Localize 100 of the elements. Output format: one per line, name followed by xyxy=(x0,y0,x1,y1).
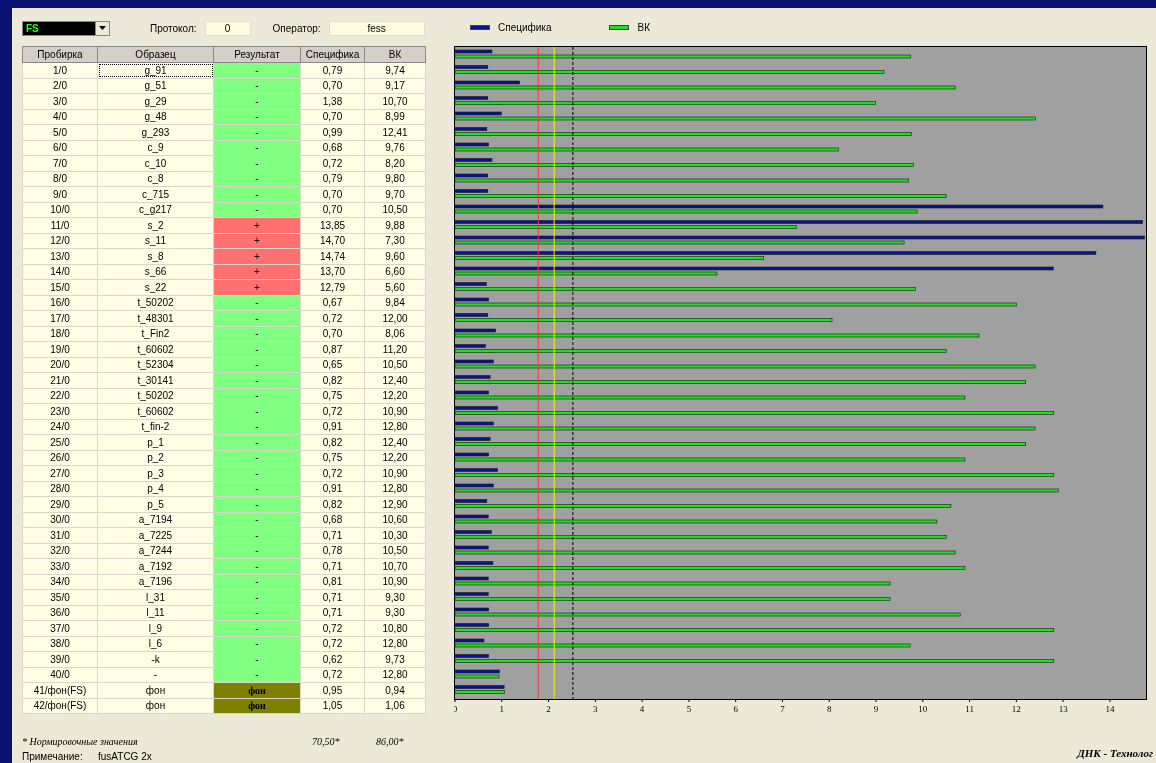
table-cell: p_5 xyxy=(97,496,214,512)
table-cell: 8/0 xyxy=(22,171,98,187)
table-cell: 0,70 xyxy=(300,78,365,94)
table-cell: 0,72 xyxy=(300,620,365,636)
column-header[interactable]: Результат xyxy=(213,46,301,63)
table-cell: 3/0 xyxy=(22,93,98,109)
table-cell: 10,50 xyxy=(364,202,426,218)
table-cell: 42/фон(FS) xyxy=(22,698,98,714)
protocol-field[interactable]: 0 xyxy=(204,20,251,36)
table-cell: 12,40 xyxy=(364,434,426,450)
table-cell: 31/0 xyxy=(22,527,98,543)
axis-label: 5 xyxy=(686,704,692,714)
table-cell: l_9 xyxy=(97,620,214,636)
dropdown[interactable]: FS xyxy=(22,20,110,36)
table-cell: 8,06 xyxy=(364,326,426,342)
operator-field[interactable]: fess xyxy=(328,20,425,36)
table-cell: 1,06 xyxy=(364,698,426,714)
table-cell: 0,99 xyxy=(300,124,365,140)
column-header[interactable]: Образец xyxy=(97,46,214,63)
table-cell: 19/0 xyxy=(22,341,98,357)
table-cell: 12,79 xyxy=(300,279,365,295)
table-cell: 0,72 xyxy=(300,403,365,419)
table-cell: l_31 xyxy=(97,589,214,605)
table-cell: a_7192 xyxy=(97,558,214,574)
table-cell: 0,71 xyxy=(300,589,365,605)
table-cell: 10,90 xyxy=(364,574,426,590)
table-cell: 10,70 xyxy=(364,93,426,109)
table-cell: 6,60 xyxy=(364,264,426,280)
column-header[interactable]: Пробирка xyxy=(22,46,98,63)
table-cell: p_4 xyxy=(97,481,214,497)
table-cell: 2/0 xyxy=(22,78,98,94)
table-cell: 0,91 xyxy=(300,481,365,497)
table-cell: 1,38 xyxy=(300,93,365,109)
table-cell: t_50202 xyxy=(97,388,214,404)
table-cell: 16/0 xyxy=(22,295,98,311)
table-cell: 0,79 xyxy=(300,171,365,187)
table-cell: 0,71 xyxy=(300,605,365,621)
table-cell: 0,72 xyxy=(300,155,365,171)
table-cell: 0,70 xyxy=(300,202,365,218)
table-cell: 9,17 xyxy=(364,78,426,94)
table-cell: 0,75 xyxy=(300,450,365,466)
table-cell: t_fin-2 xyxy=(97,419,214,435)
table-cell: 10/0 xyxy=(22,202,98,218)
table-cell: 14,74 xyxy=(300,248,365,264)
table-cell: 22/0 xyxy=(22,388,98,404)
table-cell: 0,78 xyxy=(300,543,365,559)
table-cell: 0,70 xyxy=(300,186,365,202)
table-cell: 28/0 xyxy=(22,481,98,497)
table-cell: 9,88 xyxy=(364,217,426,233)
caret-icon xyxy=(99,26,106,30)
column-header[interactable]: ВК xyxy=(364,46,426,63)
table-cell: 18/0 xyxy=(22,326,98,342)
table-cell: 9,74 xyxy=(364,62,426,78)
table-cell: 17/0 xyxy=(22,310,98,326)
table-cell: 7,30 xyxy=(364,233,426,249)
note-label: Примечание: xyxy=(22,750,84,763)
table-cell: 12,80 xyxy=(364,667,426,683)
column-header[interactable]: Специфика xyxy=(300,46,365,63)
table-cell: g_293 xyxy=(97,124,214,140)
table-cell: a_7244 xyxy=(97,543,214,559)
table-cell: - xyxy=(97,667,214,683)
table-cell: 0,70 xyxy=(300,109,365,125)
table-cell: 0,71 xyxy=(300,527,365,543)
table-cell: 0,79 xyxy=(300,62,365,78)
table-cell: 0,68 xyxy=(300,512,365,528)
table-cell: фон xyxy=(97,682,214,698)
table-cell: c_g217 xyxy=(97,202,214,218)
axis-label: 6 xyxy=(733,704,738,714)
table-cell: 9,70 xyxy=(364,186,426,202)
axis-label: 9 xyxy=(873,704,879,714)
table-cell: s_11 xyxy=(97,233,214,249)
table-cell: 26/0 xyxy=(22,450,98,466)
table-cell: 0,87 xyxy=(300,341,365,357)
table-cell: 9,30 xyxy=(364,605,426,621)
table-cell: 0,94 xyxy=(364,682,426,698)
table-cell: 10,90 xyxy=(364,403,426,419)
legend-swatch xyxy=(470,24,490,30)
table-cell: 15/0 xyxy=(22,279,98,295)
table-cell: 9,76 xyxy=(364,140,426,156)
table-cell: 0,95 xyxy=(300,682,365,698)
table-cell: 13,85 xyxy=(300,217,365,233)
table-cell: g_51 xyxy=(97,78,214,94)
total-value: 86,00* xyxy=(376,735,404,749)
table-cell: 0,75 xyxy=(300,388,365,404)
table-cell: 0,82 xyxy=(300,496,365,512)
table-cell: c_715 xyxy=(97,186,214,202)
table-cell: 12,41 xyxy=(364,124,426,140)
axis-label: 11 xyxy=(965,704,974,714)
table-cell: s_2 xyxy=(97,217,214,233)
table-cell: t_30141 xyxy=(97,372,214,388)
table-cell: 0,68 xyxy=(300,140,365,156)
table-cell: 12,80 xyxy=(364,481,426,497)
table-cell: 5,60 xyxy=(364,279,426,295)
table-cell: s_66 xyxy=(97,264,214,280)
table-cell: 8,99 xyxy=(364,109,426,125)
axis-label: 7 xyxy=(780,704,785,714)
table-cell: -k xyxy=(97,651,214,667)
table-cell: 4/0 xyxy=(22,109,98,125)
table-cell: p_3 xyxy=(97,465,214,481)
table-cell: 0,62 xyxy=(300,651,365,667)
